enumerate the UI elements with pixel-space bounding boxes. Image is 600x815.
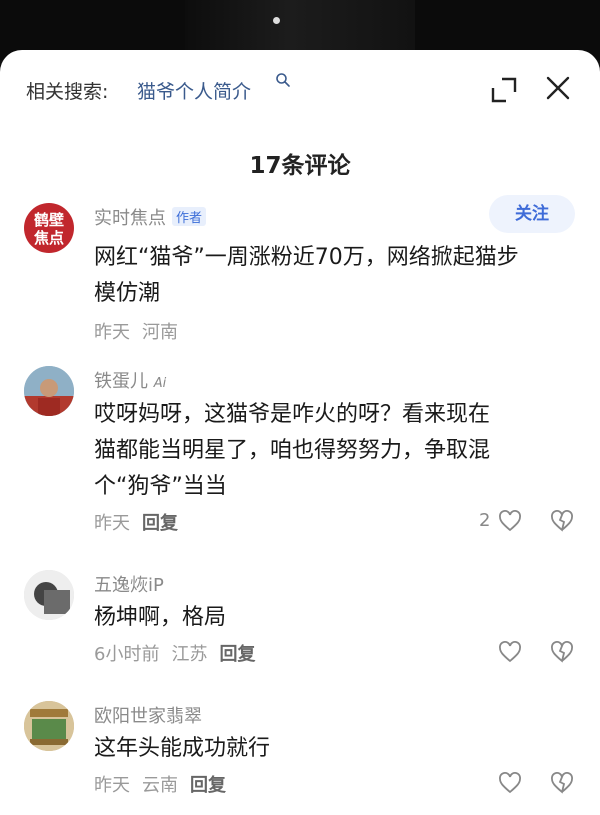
avatar[interactable]	[24, 570, 74, 620]
comment-text-line: 个“狗爷”当当	[94, 474, 227, 499]
heart-icon[interactable]	[498, 641, 522, 663]
expand-icon[interactable]	[490, 76, 518, 104]
broken-heart-icon[interactable]	[550, 510, 574, 532]
comment-text-line: 哎呀妈呀，这猫爷是咋火的呀？看来现在	[94, 402, 491, 427]
comment-author[interactable]: 实时焦点 作者	[94, 204, 207, 230]
author-badge: 作者	[172, 207, 207, 226]
svg-text:焦点: 焦点	[33, 229, 64, 247]
comment-time: 6小时前	[94, 644, 160, 665]
comment-location: 河南	[142, 322, 178, 343]
comment-text: 哎呀妈呀，这猫爷是咋火的呀？看来现在 猫都能当明星了，咱也得努努力，争取混 个“…	[94, 397, 574, 505]
related-search-label: 相关搜索:	[26, 81, 109, 103]
avatar[interactable]	[24, 701, 74, 751]
avatar[interactable]: 鹤壁 焦点	[24, 203, 74, 253]
sheet-header: 相关搜索: 猫爷个人简介	[0, 50, 600, 130]
user-photo-icon	[24, 366, 74, 416]
comment-text-line: 模仿潮	[94, 281, 161, 306]
search-icon[interactable]	[275, 72, 291, 88]
comment-text-line: 杨坤啊，格局	[94, 605, 227, 630]
comment-text-line: 这年头能成功就行	[94, 736, 271, 761]
related-search-term[interactable]: 猫爷个人简介	[137, 77, 251, 104]
heart-icon[interactable]	[498, 772, 522, 794]
comment-meta: 6小时前 江苏 回复	[94, 640, 267, 666]
comment-time: 昨天	[94, 775, 130, 796]
comment-text-line: 网红“猫爷”一周涨粉近70万，网络掀起猫步	[94, 245, 519, 270]
author-name[interactable]: 欧阳世家翡翠	[94, 702, 202, 728]
like-count: 2	[479, 510, 491, 531]
comment-count-title: 17条评论	[249, 153, 351, 179]
reply-button[interactable]: 回复	[219, 644, 255, 665]
author-name: 铁蛋儿	[94, 371, 148, 392]
comment-meta: 昨天 回复	[94, 509, 190, 535]
author-logo-icon: 鹤壁 焦点	[33, 211, 64, 247]
comment-meta: 昨天 云南 回复	[94, 771, 238, 797]
follow-button[interactable]: 关注	[489, 195, 575, 233]
user-photo-icon	[24, 701, 74, 751]
comment-text: 杨坤啊，格局	[94, 600, 574, 636]
video-indicator	[273, 17, 280, 24]
comment-text: 这年头能成功就行	[94, 731, 574, 767]
comment-location: 江苏	[171, 644, 208, 665]
broken-heart-icon[interactable]	[550, 772, 574, 794]
reply-button[interactable]: 回复	[190, 775, 226, 796]
close-icon[interactable]	[545, 75, 571, 101]
comment-author[interactable]: 铁蛋儿 Ai	[94, 367, 166, 393]
avatar[interactable]	[24, 366, 74, 416]
svg-text:鹤壁: 鹤壁	[34, 211, 64, 229]
author-name: 实时焦点	[94, 208, 166, 229]
ai-tag: Ai	[153, 376, 167, 391]
comment-time: 昨天	[94, 322, 130, 343]
author-name[interactable]: 五逸烣iP	[94, 571, 164, 597]
comment-text-line: 猫都能当明星了，咱也得努努力，争取混	[94, 438, 491, 463]
broken-heart-icon[interactable]	[550, 641, 574, 663]
user-photo-icon	[24, 570, 74, 620]
reply-button[interactable]: 回复	[142, 513, 178, 534]
comment-meta: 昨天 河南	[94, 318, 190, 344]
comment-time: 昨天	[94, 513, 130, 534]
comment-sheet: 相关搜索: 猫爷个人简介 17条评论 鹤壁 焦点 实时焦点 作者 关注 网红“猫爷	[0, 50, 600, 815]
heart-icon[interactable]	[498, 510, 522, 532]
comment-text: 网红“猫爷”一周涨粉近70万，网络掀起猫步 模仿潮	[94, 240, 574, 312]
comment-location: 云南	[142, 775, 178, 796]
